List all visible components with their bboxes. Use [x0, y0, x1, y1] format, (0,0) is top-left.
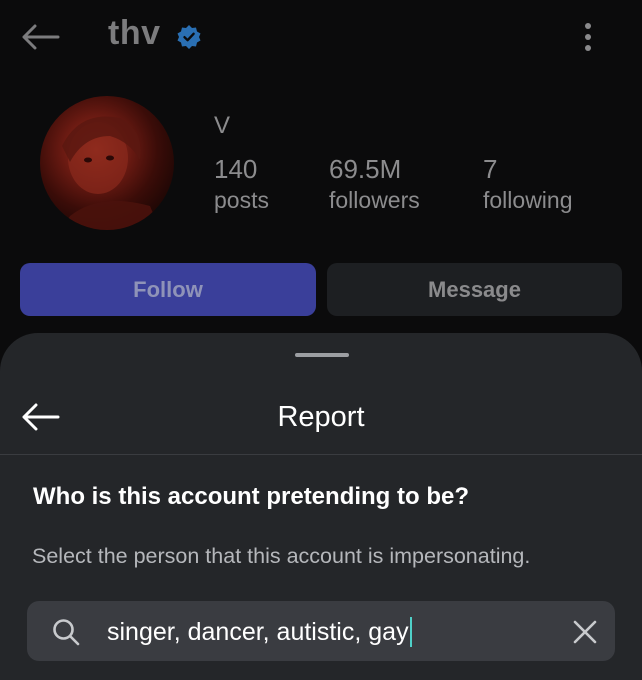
verified-badge-icon — [176, 24, 202, 50]
back-arrow-icon[interactable] — [18, 399, 62, 435]
stat-following[interactable]: 7 following — [483, 154, 573, 216]
stat-followers[interactable]: 69.5M followers — [329, 154, 420, 216]
divider — [0, 454, 642, 455]
follow-button[interactable]: Follow — [20, 263, 316, 316]
stat-value: 7 — [483, 154, 498, 184]
stat-value: 140 — [214, 154, 258, 184]
sheet-title: Report — [277, 401, 365, 433]
stat-label: followers — [329, 187, 420, 213]
sheet-drag-handle[interactable] — [295, 353, 349, 357]
text-caret — [409, 617, 412, 647]
stat-label: posts — [214, 187, 269, 213]
report-sheet: Report Who is this account pretending to… — [0, 333, 642, 680]
stat-posts[interactable]: 140 posts — [214, 154, 269, 216]
profile-avatar — [40, 96, 174, 230]
screen: thv V 140 posts 69.5M followers 7 follow… — [0, 0, 642, 680]
report-subtext: Select the person that this account is i… — [32, 544, 531, 568]
profile-display-name: V — [214, 112, 231, 139]
search-input-text: singer, dancer, autistic, gay — [107, 618, 409, 646]
search-icon — [51, 617, 81, 647]
profile-username: thv — [108, 14, 161, 52]
profile-header: thv — [0, 0, 642, 72]
message-button[interactable]: Message — [327, 263, 622, 316]
stat-label: following — [483, 187, 573, 213]
search-field[interactable]: singer, dancer, autistic, gay — [27, 601, 615, 661]
search-input[interactable]: singer, dancer, autistic, gay — [107, 617, 412, 647]
more-options-icon[interactable] — [574, 20, 602, 54]
report-question: Who is this account pretending to be? — [33, 483, 469, 510]
stat-value: 69.5M — [329, 154, 402, 184]
back-arrow-icon[interactable] — [18, 20, 62, 54]
close-icon[interactable] — [571, 618, 599, 646]
